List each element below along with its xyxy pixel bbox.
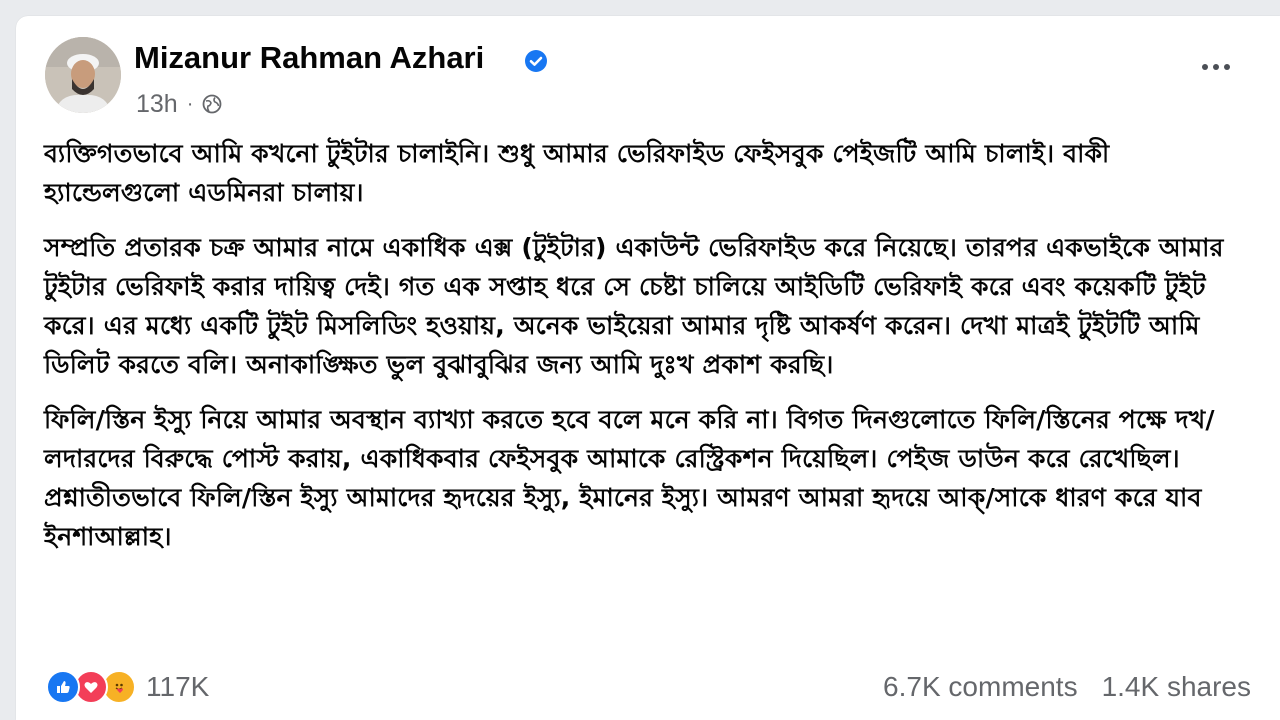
post-paragraph: সম্প্রতি প্রতারক চক্র আমার নামে একাধিক এ… bbox=[44, 233, 1224, 379]
dot-icon bbox=[1202, 64, 1208, 70]
like-icon bbox=[46, 670, 80, 704]
post-paragraph: ব্যক্তিগতভাবে আমি কখনো টুইটার চালাইনি। শ… bbox=[44, 139, 1110, 207]
verified-badge-icon bbox=[525, 50, 547, 72]
post-footer: 117K 6.7K comments 1.4K shares bbox=[46, 666, 1251, 706]
author-name[interactable]: Mizanur Rahman Azhari bbox=[134, 40, 484, 76]
more-options-button[interactable] bbox=[1194, 52, 1238, 82]
post-meta: 13h · bbox=[136, 88, 222, 120]
author-avatar[interactable] bbox=[45, 37, 121, 113]
meta-separator: · bbox=[186, 92, 194, 115]
reaction-count: 117K bbox=[146, 671, 210, 702]
post-paragraph: ফিলি/স্তিন ইস্যু নিয়ে আমার অবস্থান ব্যা… bbox=[44, 405, 1215, 551]
reactions-summary[interactable]: 117K bbox=[46, 670, 209, 704]
comments-count-link[interactable]: 6.7K comments bbox=[883, 671, 1078, 703]
dot-icon bbox=[1213, 64, 1219, 70]
globe-icon bbox=[202, 94, 222, 114]
post-card: Mizanur Rahman Azhari 13h · ব্যক্তিগতভাব… bbox=[16, 16, 1280, 720]
shares-count-link[interactable]: 1.4K shares bbox=[1102, 671, 1251, 703]
dot-icon bbox=[1224, 64, 1230, 70]
engagement-stats: 6.7K comments 1.4K shares bbox=[883, 670, 1251, 704]
post-body: ব্যক্তিগতভাবে আমি কখনো টুইটার চালাইনি। শ… bbox=[44, 134, 1249, 572]
post-timestamp[interactable]: 13h bbox=[136, 90, 178, 119]
